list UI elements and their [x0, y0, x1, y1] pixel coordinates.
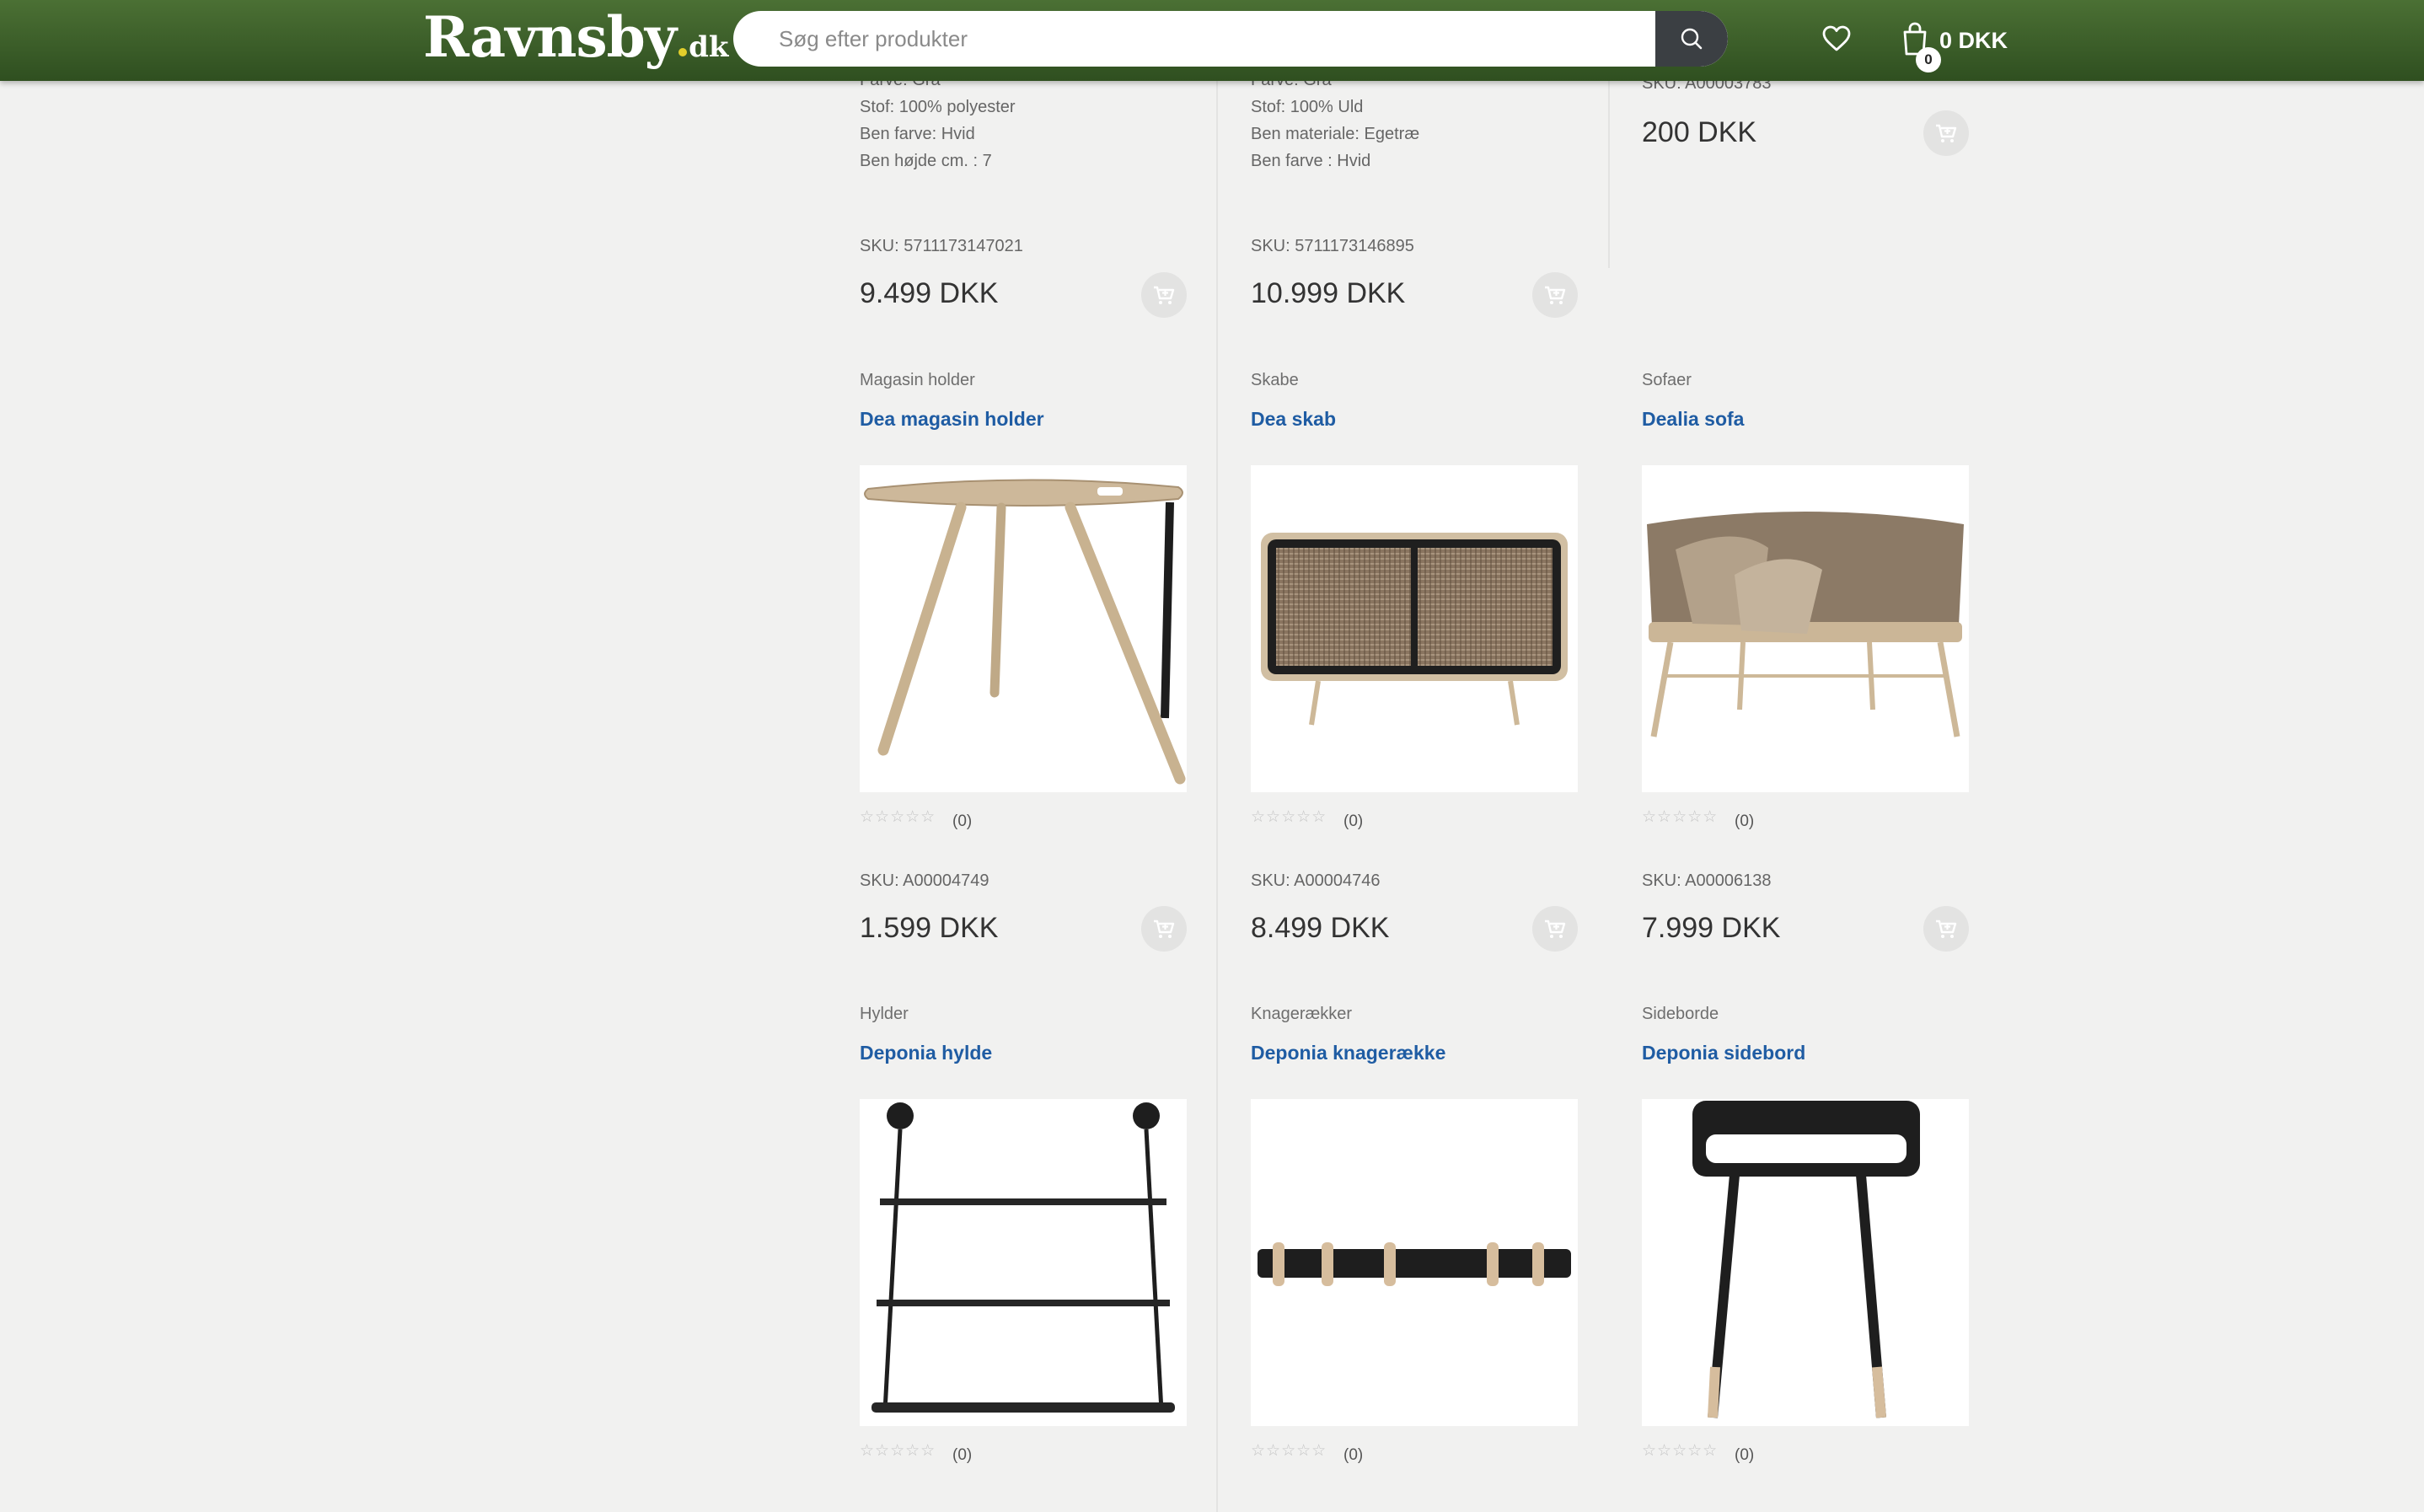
logo-text: Ravnsby	[423, 4, 677, 70]
product-category: Magasin holder	[860, 371, 975, 389]
column-divider	[1608, 81, 1610, 268]
add-to-cart-button[interactable]	[1532, 272, 1578, 318]
spec-line: Ben farve : Hvid	[1251, 152, 1371, 170]
logo-dot	[678, 48, 688, 56]
product-category: Skabe	[1251, 371, 1299, 389]
side-table-image[interactable]	[1642, 1099, 1969, 1426]
product-price: 1.599 DKK	[860, 912, 999, 944]
product-sku: SKU: A00004749	[860, 871, 989, 890]
rating-stars: ☆☆☆☆☆	[1251, 1442, 1327, 1460]
add-to-cart-button[interactable]	[1923, 906, 1969, 952]
add-to-cart-icon	[1545, 920, 1566, 938]
rattan-cabinet-image[interactable]	[1251, 465, 1578, 792]
add-to-cart-icon	[1154, 920, 1175, 938]
rating-stars: ☆☆☆☆☆	[860, 1442, 936, 1460]
review-count: (0)	[1735, 812, 1755, 830]
product-price: 200 DKK	[1642, 116, 1757, 148]
product-price: 9.499 DKK	[860, 277, 999, 309]
column-divider	[1216, 81, 1218, 1512]
spec-line: Stof: 100% Uld	[1251, 98, 1364, 116]
cart-button[interactable]: 0 0 DKK	[1901, 15, 2008, 72]
search-input[interactable]	[733, 11, 1655, 67]
product-sku: SKU: A00004746	[1251, 871, 1381, 890]
spec-line: Stof: 100% polyester	[860, 98, 1016, 116]
rattan-sofa-image[interactable]	[1642, 465, 1969, 792]
review-count: (0)	[1343, 1446, 1364, 1464]
cart-total: 0 DKK	[1939, 27, 2008, 53]
product-title-link[interactable]: Dea skab	[1251, 408, 1336, 431]
add-to-cart-button[interactable]	[1141, 272, 1187, 318]
magazine-table-image[interactable]	[860, 465, 1187, 792]
add-to-cart-button[interactable]	[1532, 906, 1578, 952]
site-logo[interactable]: Ravnsby dk	[423, 3, 728, 78]
product-price: 7.999 DKK	[1642, 912, 1781, 944]
search-button[interactable]	[1655, 11, 1728, 67]
product-sku: SKU: A00006138	[1642, 871, 1772, 890]
wishlist-button[interactable]	[1819, 21, 1854, 56]
product-category: Hylder	[860, 1005, 909, 1023]
rating-stars: ☆☆☆☆☆	[860, 808, 936, 826]
heart-icon	[1822, 25, 1851, 51]
review-count: (0)	[952, 1446, 973, 1464]
rating-stars: ☆☆☆☆☆	[1251, 808, 1327, 826]
spec-line: Ben højde cm. : 7	[860, 152, 992, 170]
product-title-link[interactable]: Deponia knagerække	[1251, 1042, 1445, 1064]
add-to-cart-button[interactable]	[1141, 906, 1187, 952]
product-category: Sideborde	[1642, 1005, 1719, 1023]
shopping-bag-icon: 0	[1901, 22, 1941, 72]
search-bar	[733, 11, 1728, 67]
spec-line: Ben farve: Hvid	[860, 125, 975, 143]
add-to-cart-icon	[1936, 124, 1957, 142]
cart-count-badge: 0	[1916, 47, 1941, 72]
product-title-link[interactable]: Deponia sidebord	[1642, 1042, 1805, 1064]
product-sku: SKU: 5711173146895	[1251, 237, 1414, 255]
product-title-link[interactable]: Dea magasin holder	[860, 408, 1044, 431]
spec-line: Ben materiale: Egetræ	[1251, 125, 1420, 143]
add-to-cart-icon	[1545, 286, 1566, 304]
logo-suffix: dk	[689, 30, 729, 64]
coat-rack-image[interactable]	[1251, 1099, 1578, 1426]
rating-stars: ☆☆☆☆☆	[1642, 808, 1719, 826]
product-price: 8.499 DKK	[1251, 912, 1390, 944]
search-icon	[1681, 28, 1703, 50]
product-price: 10.999 DKK	[1251, 277, 1406, 309]
add-to-cart-button[interactable]	[1923, 110, 1969, 156]
product-category: Knagerækker	[1251, 1005, 1353, 1023]
review-count: (0)	[1735, 1446, 1755, 1464]
rating-stars: ☆☆☆☆☆	[1642, 1442, 1719, 1460]
product-title-link[interactable]: Dealia sofa	[1642, 408, 1744, 431]
add-to-cart-icon	[1936, 920, 1957, 938]
product-title-link[interactable]: Deponia hylde	[860, 1042, 992, 1064]
wall-shelf-image[interactable]	[860, 1099, 1187, 1426]
top-bar: Ravnsby dk 0 0 DKK	[0, 0, 2424, 81]
product-sku: SKU: 5711173147021	[860, 237, 1023, 255]
review-count: (0)	[1343, 812, 1364, 830]
review-count: (0)	[952, 812, 973, 830]
add-to-cart-icon	[1154, 286, 1175, 304]
product-category: Sofaer	[1642, 371, 1692, 389]
